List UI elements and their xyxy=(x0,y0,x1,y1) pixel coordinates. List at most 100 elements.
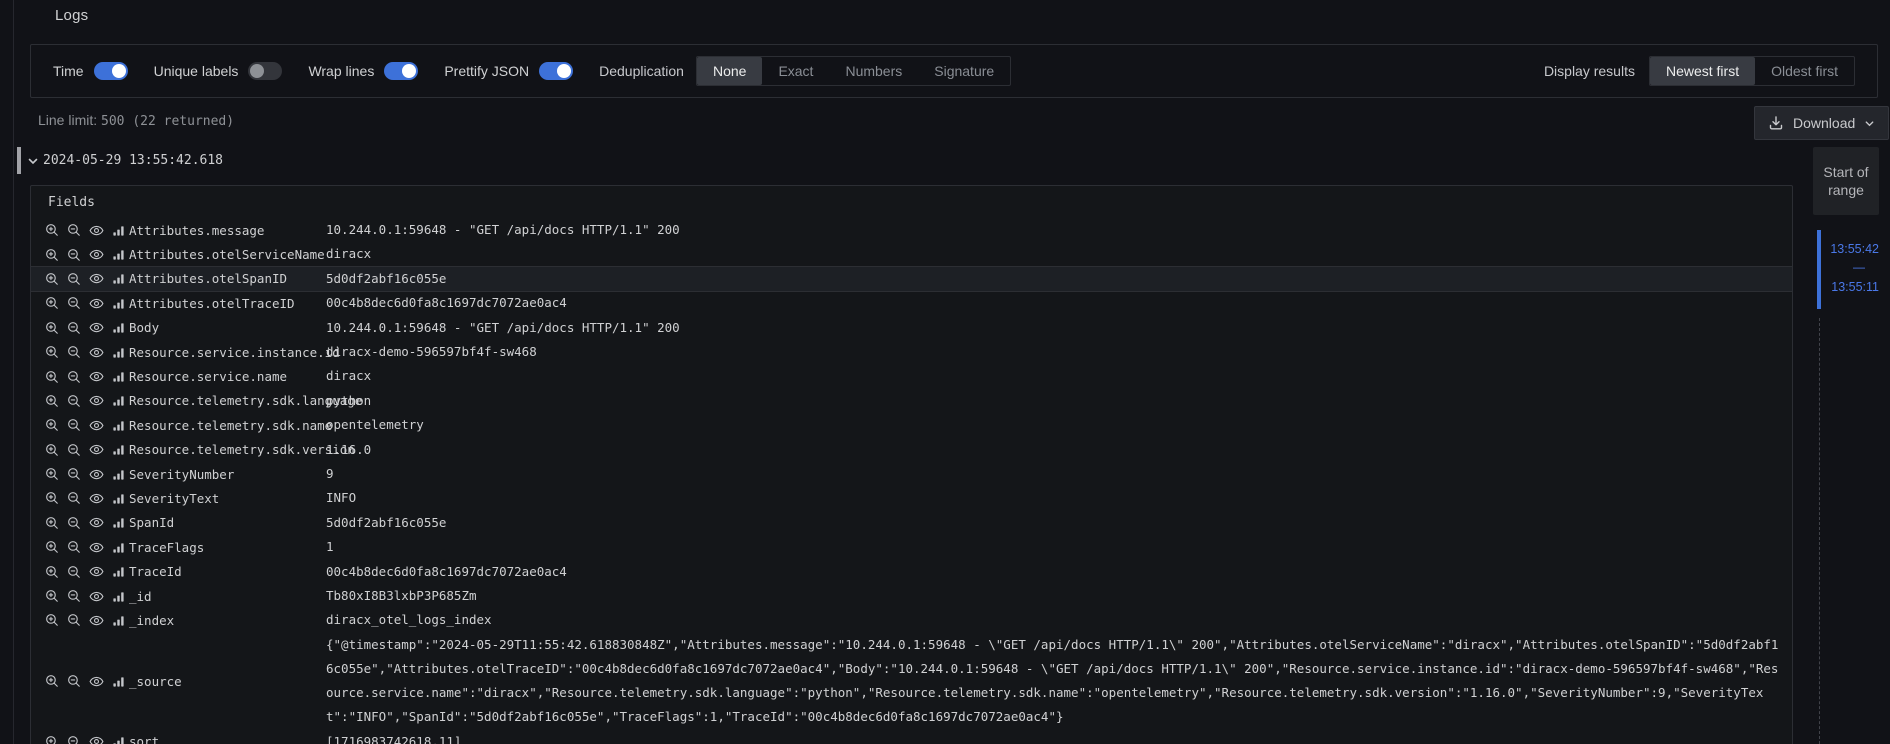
stats-bars-icon[interactable] xyxy=(107,415,129,435)
stats-bars-icon[interactable] xyxy=(107,586,129,606)
eye-icon[interactable] xyxy=(85,415,107,435)
display-option-newest-first[interactable]: Newest first xyxy=(1650,57,1755,85)
eye-icon[interactable] xyxy=(85,293,107,313)
eye-icon[interactable] xyxy=(85,367,107,387)
dedup-option-exact[interactable]: Exact xyxy=(762,57,829,85)
toggle-switch-prettify-json[interactable] xyxy=(539,62,573,80)
log-controls-bar: TimeUnique labelsWrap linesPrettify JSON… xyxy=(30,44,1878,98)
stats-bars-icon[interactable] xyxy=(107,537,129,557)
toggle-switch-time[interactable] xyxy=(94,62,128,80)
filter-for-value-icon[interactable] xyxy=(41,610,63,630)
field-name: Body xyxy=(129,320,326,335)
filter-for-value-icon[interactable] xyxy=(41,562,63,582)
field-row: Attributes.otelSpanID 5d0df2abf16c055e xyxy=(31,267,1792,291)
stats-bars-icon[interactable] xyxy=(107,342,129,362)
filter-for-value-icon[interactable] xyxy=(41,220,63,240)
eye-icon[interactable] xyxy=(85,488,107,508)
dedup-option-none[interactable]: None xyxy=(697,57,762,85)
toggle-switch-unique-labels[interactable] xyxy=(248,62,282,80)
filter-for-value-icon[interactable] xyxy=(41,269,63,289)
stats-bars-icon[interactable] xyxy=(107,732,129,744)
filter-out-value-icon[interactable] xyxy=(63,391,85,411)
filter-out-value-icon[interactable] xyxy=(63,293,85,313)
eye-icon[interactable] xyxy=(85,318,107,338)
dedup-option-signature[interactable]: Signature xyxy=(918,57,1010,85)
filter-out-value-icon[interactable] xyxy=(63,245,85,265)
eye-icon[interactable] xyxy=(85,220,107,240)
eye-icon[interactable] xyxy=(85,732,107,744)
filter-out-value-icon[interactable] xyxy=(63,671,85,691)
stats-bars-icon[interactable] xyxy=(107,245,129,265)
stats-bars-icon[interactable] xyxy=(107,220,129,240)
eye-icon[interactable] xyxy=(85,245,107,265)
stats-bars-icon[interactable] xyxy=(107,488,129,508)
stats-bars-icon[interactable] xyxy=(107,293,129,313)
stats-bars-icon[interactable] xyxy=(107,367,129,387)
filter-for-value-icon[interactable] xyxy=(41,293,63,313)
eye-icon[interactable] xyxy=(85,610,107,630)
eye-icon[interactable] xyxy=(85,671,107,691)
filter-out-value-icon[interactable] xyxy=(63,513,85,533)
filter-for-value-icon[interactable] xyxy=(41,318,63,338)
filter-out-value-icon[interactable] xyxy=(63,220,85,240)
filter-for-value-icon[interactable] xyxy=(41,671,63,691)
filter-out-value-icon[interactable] xyxy=(63,488,85,508)
eye-icon[interactable] xyxy=(85,391,107,411)
eye-icon[interactable] xyxy=(85,440,107,460)
filter-out-value-icon[interactable] xyxy=(63,415,85,435)
display-option-oldest-first[interactable]: Oldest first xyxy=(1755,57,1854,85)
filter-for-value-icon[interactable] xyxy=(41,513,63,533)
field-row-actions xyxy=(41,586,129,606)
filter-out-value-icon[interactable] xyxy=(63,367,85,387)
collapse-chevron-icon[interactable] xyxy=(25,153,41,169)
stats-bars-icon[interactable] xyxy=(107,391,129,411)
filter-for-value-icon[interactable] xyxy=(41,440,63,460)
stats-bars-icon[interactable] xyxy=(107,269,129,289)
eye-icon[interactable] xyxy=(85,269,107,289)
stats-bars-icon[interactable] xyxy=(107,671,129,691)
toggle-switch-wrap-lines[interactable] xyxy=(384,62,418,80)
filter-for-value-icon[interactable] xyxy=(41,245,63,265)
filter-for-value-icon[interactable] xyxy=(41,367,63,387)
field-name: _index xyxy=(129,613,326,628)
filter-for-value-icon[interactable] xyxy=(41,586,63,606)
filter-for-value-icon[interactable] xyxy=(41,342,63,362)
filter-for-value-icon[interactable] xyxy=(41,732,63,744)
eye-icon[interactable] xyxy=(85,464,107,484)
eye-icon[interactable] xyxy=(85,586,107,606)
filter-out-value-icon[interactable] xyxy=(63,269,85,289)
dedup-option-numbers[interactable]: Numbers xyxy=(829,57,918,85)
field-row-actions xyxy=(41,415,129,435)
eye-icon[interactable] xyxy=(85,537,107,557)
filter-out-value-icon[interactable] xyxy=(63,610,85,630)
filter-for-value-icon[interactable] xyxy=(41,488,63,508)
filter-out-value-icon[interactable] xyxy=(63,562,85,582)
time-range-bar[interactable] xyxy=(1817,230,1821,309)
stats-bars-icon[interactable] xyxy=(107,440,129,460)
stats-bars-icon[interactable] xyxy=(107,610,129,630)
eye-icon[interactable] xyxy=(85,562,107,582)
filter-for-value-icon[interactable] xyxy=(41,537,63,557)
field-row-actions xyxy=(41,562,129,582)
stats-bars-icon[interactable] xyxy=(107,513,129,533)
filter-for-value-icon[interactable] xyxy=(41,415,63,435)
stats-bars-icon[interactable] xyxy=(107,318,129,338)
filter-for-value-icon[interactable] xyxy=(41,391,63,411)
filter-out-value-icon[interactable] xyxy=(63,342,85,362)
timeline-dashed-line xyxy=(1819,318,1820,744)
filter-out-value-icon[interactable] xyxy=(63,537,85,557)
filter-for-value-icon[interactable] xyxy=(41,464,63,484)
filter-out-value-icon[interactable] xyxy=(63,318,85,338)
eye-icon[interactable] xyxy=(85,513,107,533)
filter-out-value-icon[interactable] xyxy=(63,586,85,606)
filter-out-value-icon[interactable] xyxy=(63,440,85,460)
log-row-header[interactable]: 2024-05-29 13:55:42.618 xyxy=(17,146,223,175)
field-value: python xyxy=(326,389,1784,413)
stats-bars-icon[interactable] xyxy=(107,464,129,484)
eye-icon[interactable] xyxy=(85,342,107,362)
filter-out-value-icon[interactable] xyxy=(63,732,85,744)
download-button[interactable]: Download xyxy=(1754,106,1889,140)
filter-out-value-icon[interactable] xyxy=(63,464,85,484)
stats-bars-icon[interactable] xyxy=(107,562,129,582)
field-name: Resource.telemetry.sdk.name xyxy=(129,418,326,433)
